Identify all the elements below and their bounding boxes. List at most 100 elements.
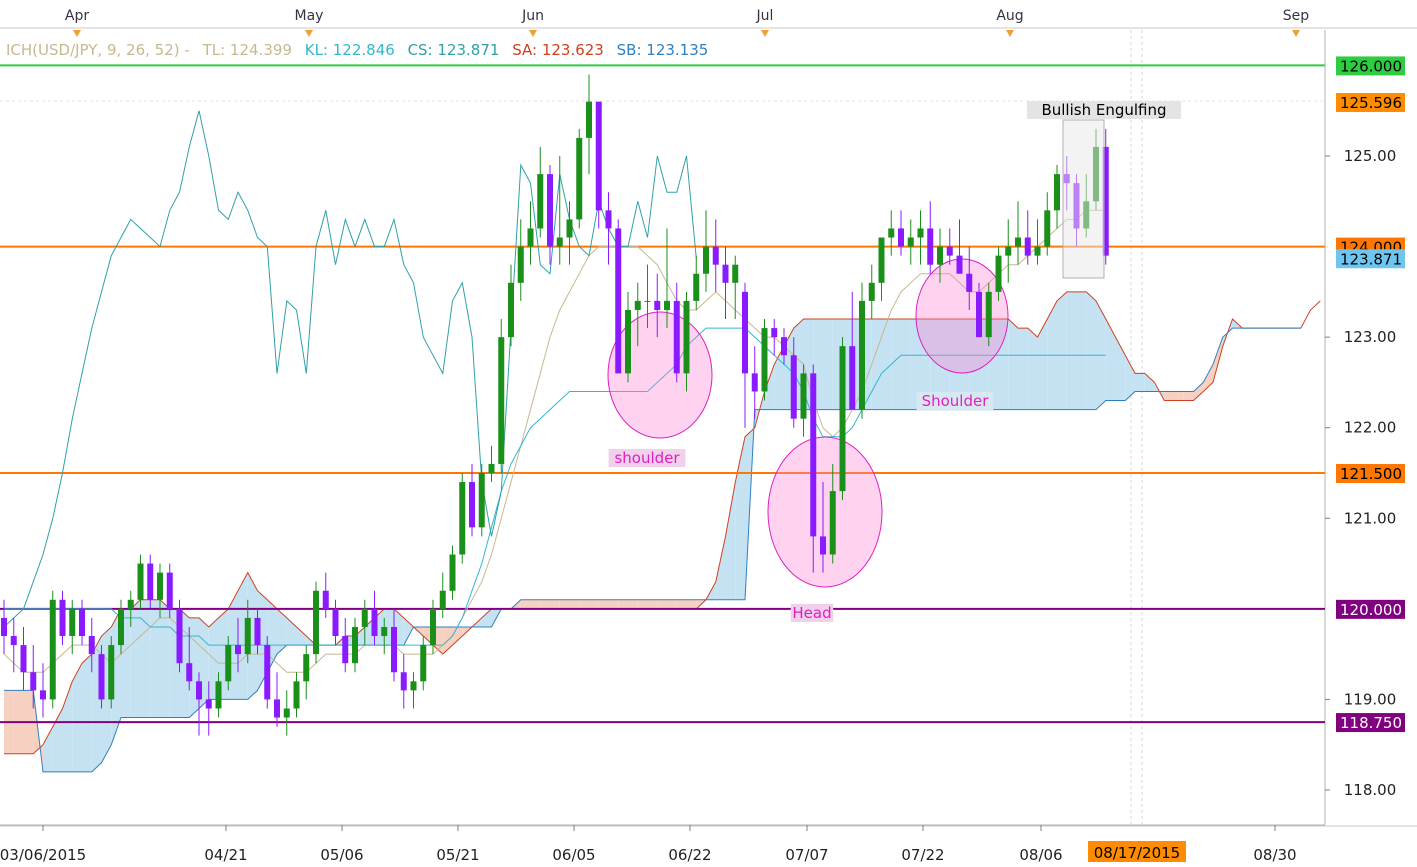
x-tick-label: 08/30: [1253, 846, 1296, 864]
candle-body: [381, 626, 388, 637]
cloud-segment: [277, 608, 287, 655]
candle-body: [888, 228, 895, 238]
cloud-segment: [559, 599, 570, 609]
candle-body: [322, 590, 329, 609]
candle-body: [361, 608, 368, 627]
candle-body: [810, 373, 817, 537]
cloud-segment: [520, 599, 531, 609]
candle-body: [966, 273, 973, 292]
cloud-segment: [647, 599, 658, 609]
candle-body: [722, 264, 729, 283]
candle-body: [254, 617, 261, 646]
indicator-sa: SA: 123.623: [512, 41, 604, 59]
month-label: Apr: [65, 8, 89, 24]
candle-body: [1015, 237, 1021, 247]
candle-body: [937, 246, 943, 265]
cloud-segment: [667, 599, 677, 609]
candle-body: [332, 608, 339, 637]
candle-body: [20, 645, 27, 673]
candle-body: [118, 608, 124, 646]
cloud-segment: [530, 599, 541, 609]
candle-body: [800, 373, 807, 419]
candle-body: [244, 617, 251, 655]
candle-body: [488, 463, 495, 473]
x-tick-label: 03/06/2015: [0, 846, 86, 864]
level-label: 118.750: [1340, 714, 1402, 732]
candle-body: [69, 608, 76, 637]
candle-body: [946, 246, 953, 256]
candle-body: [985, 291, 992, 338]
candle-body: [205, 699, 212, 709]
price-label: 125.596: [1340, 94, 1402, 112]
candle-body: [274, 699, 280, 718]
cloud-segment: [540, 599, 550, 609]
x-tick-label: 06/22: [668, 846, 711, 864]
y-tick-label: 121.00: [1344, 509, 1397, 527]
candle-body: [712, 246, 719, 265]
cloud-segment: [628, 599, 638, 609]
candle-body: [137, 563, 144, 600]
month-marker: [761, 30, 769, 37]
candle-body: [790, 355, 797, 419]
candle-body: [186, 663, 193, 682]
candle-body: [683, 300, 690, 374]
candle-body: [430, 608, 436, 646]
candle-body: [556, 237, 563, 247]
candle-body: [771, 328, 778, 338]
candle-body: [634, 300, 641, 310]
candle-body: [49, 599, 56, 700]
pattern-ellipse: [915, 258, 1009, 374]
candle-body: [449, 554, 456, 591]
candle-body: [371, 608, 378, 637]
candle-body: [40, 690, 46, 700]
y-tick-label: 118.00: [1344, 781, 1397, 799]
candle-body: [673, 300, 680, 374]
cloud-segment: [1164, 391, 1174, 401]
cloud-segment: [1144, 373, 1155, 392]
candle-body: [342, 636, 349, 664]
month-marker: [1006, 30, 1014, 37]
candle-body: [215, 681, 222, 709]
cloud-segment: [1193, 382, 1204, 401]
candle-body: [1005, 246, 1012, 256]
candle-body: [508, 282, 514, 338]
candle-body: [439, 590, 446, 609]
indicator-header: ICH(USD/JPY, 9, 26, 52) - TL: 124.399 KL…: [6, 41, 716, 59]
cloud-segment: [1086, 291, 1096, 410]
candle-body: [400, 672, 407, 691]
y-tick-label: 125.00: [1344, 147, 1397, 165]
candle-body: [352, 626, 358, 664]
month-marker: [1292, 30, 1300, 37]
month-label: Jul: [756, 8, 774, 24]
cloud-segment: [598, 599, 609, 609]
candle-body: [595, 101, 602, 211]
annotation-label: Shoulder: [922, 392, 990, 410]
cloud-segment: [725, 482, 736, 600]
candle-body: [868, 282, 875, 301]
candle-body: [956, 255, 963, 274]
cloud-segment: [1027, 328, 1038, 410]
cloud-segment: [1037, 319, 1048, 410]
indicator-name: ICH(USD/JPY, 9, 26, 52) -: [6, 41, 190, 59]
cloud-segment: [686, 599, 697, 609]
date-highlight-label: 08/17/2015: [1094, 844, 1180, 862]
cloud-segment: [589, 599, 599, 609]
candle-body: [703, 246, 709, 274]
chart-root: Apr May Jun Jul Aug Sep shoulder Head Shoulder Bu…: [0, 0, 1417, 867]
cloud-segment: [579, 599, 589, 609]
candle-body: [1, 617, 7, 637]
candle-body: [498, 337, 505, 464]
candle-body: [469, 482, 475, 528]
candle-body: [127, 599, 134, 609]
y-tick-label: 122.00: [1344, 419, 1397, 437]
month-marker: [73, 30, 81, 37]
candle-body: [176, 608, 183, 664]
candle-body: [849, 346, 856, 410]
candle-body: [742, 291, 748, 374]
level-label: 126.000: [1340, 57, 1402, 75]
chikou-line: [3, 110, 697, 628]
candle-body: [264, 645, 271, 700]
chart-svg[interactable]: Apr May Jun Jul Aug Sep shoulder Head Shoulder Bu…: [0, 0, 1417, 867]
cloud-segment: [1057, 291, 1067, 410]
cloud-segment: [1174, 391, 1184, 401]
